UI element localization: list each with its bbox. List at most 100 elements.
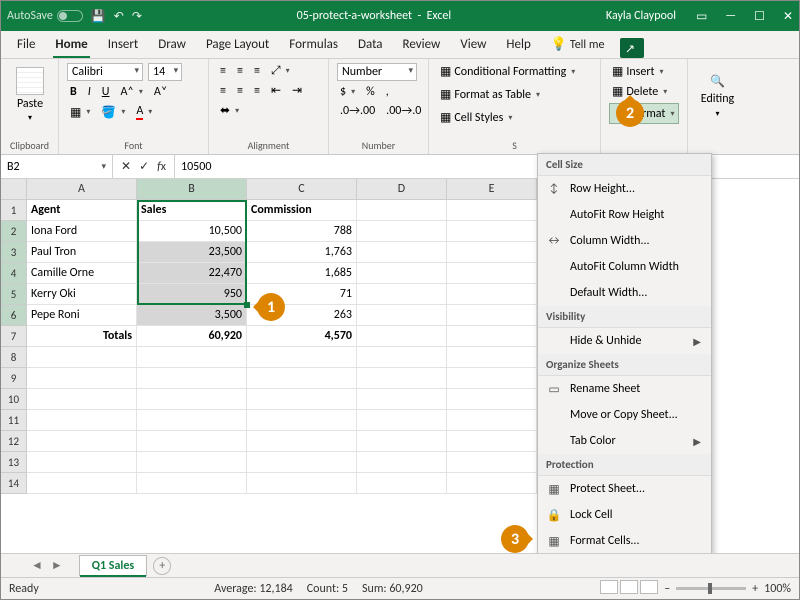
underline-button[interactable]: U — [99, 84, 113, 100]
row-header[interactable]: 6 — [1, 305, 27, 326]
row-header[interactable]: 14 — [1, 473, 27, 494]
cell[interactable] — [357, 200, 447, 221]
tab-data[interactable]: Data — [348, 31, 393, 58]
cell[interactable] — [27, 347, 137, 368]
col-header[interactable]: A — [27, 179, 137, 200]
tab-review[interactable]: Review — [393, 31, 451, 58]
cell[interactable] — [247, 410, 357, 431]
row-header[interactable]: 1 — [1, 200, 27, 221]
font-name[interactable]: Calibri — [67, 63, 143, 81]
cell[interactable]: 60,920 — [137, 326, 247, 347]
cell[interactable] — [447, 431, 537, 452]
tab-view[interactable]: View — [450, 31, 496, 58]
tell-me[interactable]: 💡 Tell me — [541, 31, 615, 58]
menu-protect-sheet[interactable]: ▦Protect Sheet... — [538, 476, 711, 502]
cell[interactable] — [27, 431, 137, 452]
menu-format-cells[interactable]: ▦Format Cells... — [538, 528, 711, 554]
menu-column-width[interactable]: ↔Column Width... — [538, 228, 711, 254]
cell[interactable] — [357, 431, 447, 452]
col-header[interactable]: D — [357, 179, 447, 200]
fx-icon[interactable]: fx — [157, 160, 166, 174]
row-header[interactable]: 13 — [1, 452, 27, 473]
save-icon[interactable]: 💾 — [91, 9, 106, 24]
percent-button[interactable]: % — [363, 84, 378, 100]
cell[interactable] — [447, 452, 537, 473]
fill-color[interactable]: 🪣 — [98, 104, 128, 121]
cell[interactable] — [447, 368, 537, 389]
font-size[interactable]: 14 — [148, 63, 182, 81]
tab-insert[interactable]: Insert — [98, 31, 149, 58]
maximize-icon[interactable]: ☐ — [754, 9, 765, 24]
shrink-font[interactable]: A˅ — [151, 84, 170, 100]
cell[interactable]: Kerry Oki — [27, 284, 137, 305]
sheet-tab[interactable]: Q1 Sales — [79, 555, 147, 576]
autosave-toggle[interactable]: AutoSave — [7, 9, 83, 23]
cell[interactable] — [27, 473, 137, 494]
cell[interactable]: 23,500 — [137, 242, 247, 263]
cell[interactable] — [447, 389, 537, 410]
number-format[interactable]: Number — [337, 63, 417, 81]
cell[interactable]: 4,570 — [247, 326, 357, 347]
menu-tab-color[interactable]: Tab Color▶ — [538, 428, 711, 454]
cell[interactable] — [447, 410, 537, 431]
cell[interactable]: 950 — [137, 284, 247, 305]
cell[interactable] — [247, 431, 357, 452]
add-sheet-button[interactable]: + — [153, 557, 171, 575]
cell[interactable] — [27, 410, 137, 431]
merge-button[interactable]: ⬌ — [217, 102, 242, 119]
close-icon[interactable]: ✕ — [783, 9, 793, 24]
cell[interactable] — [137, 452, 247, 473]
conditional-formatting[interactable]: ▦ Conditional Formatting — [437, 63, 578, 80]
cell[interactable] — [247, 473, 357, 494]
cell[interactable] — [27, 452, 137, 473]
cell[interactable] — [447, 263, 537, 284]
cell[interactable]: Commission — [247, 200, 357, 221]
paste-button[interactable]: Paste▾ — [9, 63, 51, 127]
orientation[interactable]: ⤢ — [268, 63, 293, 79]
insert-cells[interactable]: ▦ Insert — [609, 63, 667, 80]
col-header[interactable]: C — [247, 179, 357, 200]
tab-page-layout[interactable]: Page Layout — [196, 31, 279, 58]
cell[interactable] — [447, 326, 537, 347]
row-header[interactable]: 4 — [1, 263, 27, 284]
share-button[interactable] — [620, 38, 644, 58]
menu-autofit-row[interactable]: AutoFit Row Height — [538, 202, 711, 228]
row-header[interactable]: 10 — [1, 389, 27, 410]
next-sheet-icon[interactable]: ► — [51, 558, 63, 573]
decrease-decimal[interactable]: .00→.0 — [383, 103, 424, 119]
cell-styles[interactable]: ▦ Cell Styles — [437, 109, 515, 126]
cell[interactable]: 10,500 — [137, 221, 247, 242]
cell[interactable] — [357, 326, 447, 347]
cell[interactable]: 22,470 — [137, 263, 247, 284]
align-middle[interactable]: ≡ — [234, 63, 246, 79]
menu-row-height[interactable]: ↕Row Height... — [538, 176, 711, 202]
cell[interactable] — [357, 389, 447, 410]
increase-decimal[interactable]: .0→.00 — [337, 103, 378, 119]
format-as-table[interactable]: ▦ Format as Table — [437, 86, 543, 103]
name-box[interactable]: B2 — [1, 155, 113, 178]
font-color[interactable]: A — [133, 103, 155, 121]
cell[interactable] — [357, 242, 447, 263]
row-header[interactable]: 12 — [1, 431, 27, 452]
prev-sheet-icon[interactable]: ◄ — [31, 558, 43, 573]
menu-rename-sheet[interactable]: ▭Rename Sheet — [538, 376, 711, 402]
accept-icon[interactable]: ✓ — [139, 159, 149, 174]
zoom-level[interactable]: 100% — [764, 582, 791, 596]
cell[interactable] — [357, 221, 447, 242]
row-header[interactable]: 5 — [1, 284, 27, 305]
cell[interactable]: Iona Ford — [27, 221, 137, 242]
align-top[interactable]: ≡ — [217, 63, 229, 79]
cell[interactable] — [447, 221, 537, 242]
comma-button[interactable]: , — [383, 84, 392, 100]
row-header[interactable]: 2 — [1, 221, 27, 242]
indent-inc[interactable]: ⇥ — [289, 82, 305, 99]
accounting-button[interactable]: $ — [337, 84, 358, 100]
cell[interactable] — [137, 389, 247, 410]
zoom-in[interactable]: + — [752, 582, 758, 596]
cell[interactable] — [27, 389, 137, 410]
view-buttons[interactable] — [598, 580, 658, 598]
cell[interactable] — [447, 305, 537, 326]
zoom-slider[interactable] — [676, 587, 746, 590]
cell[interactable]: Pepe Roni — [27, 305, 137, 326]
cell[interactable] — [447, 473, 537, 494]
